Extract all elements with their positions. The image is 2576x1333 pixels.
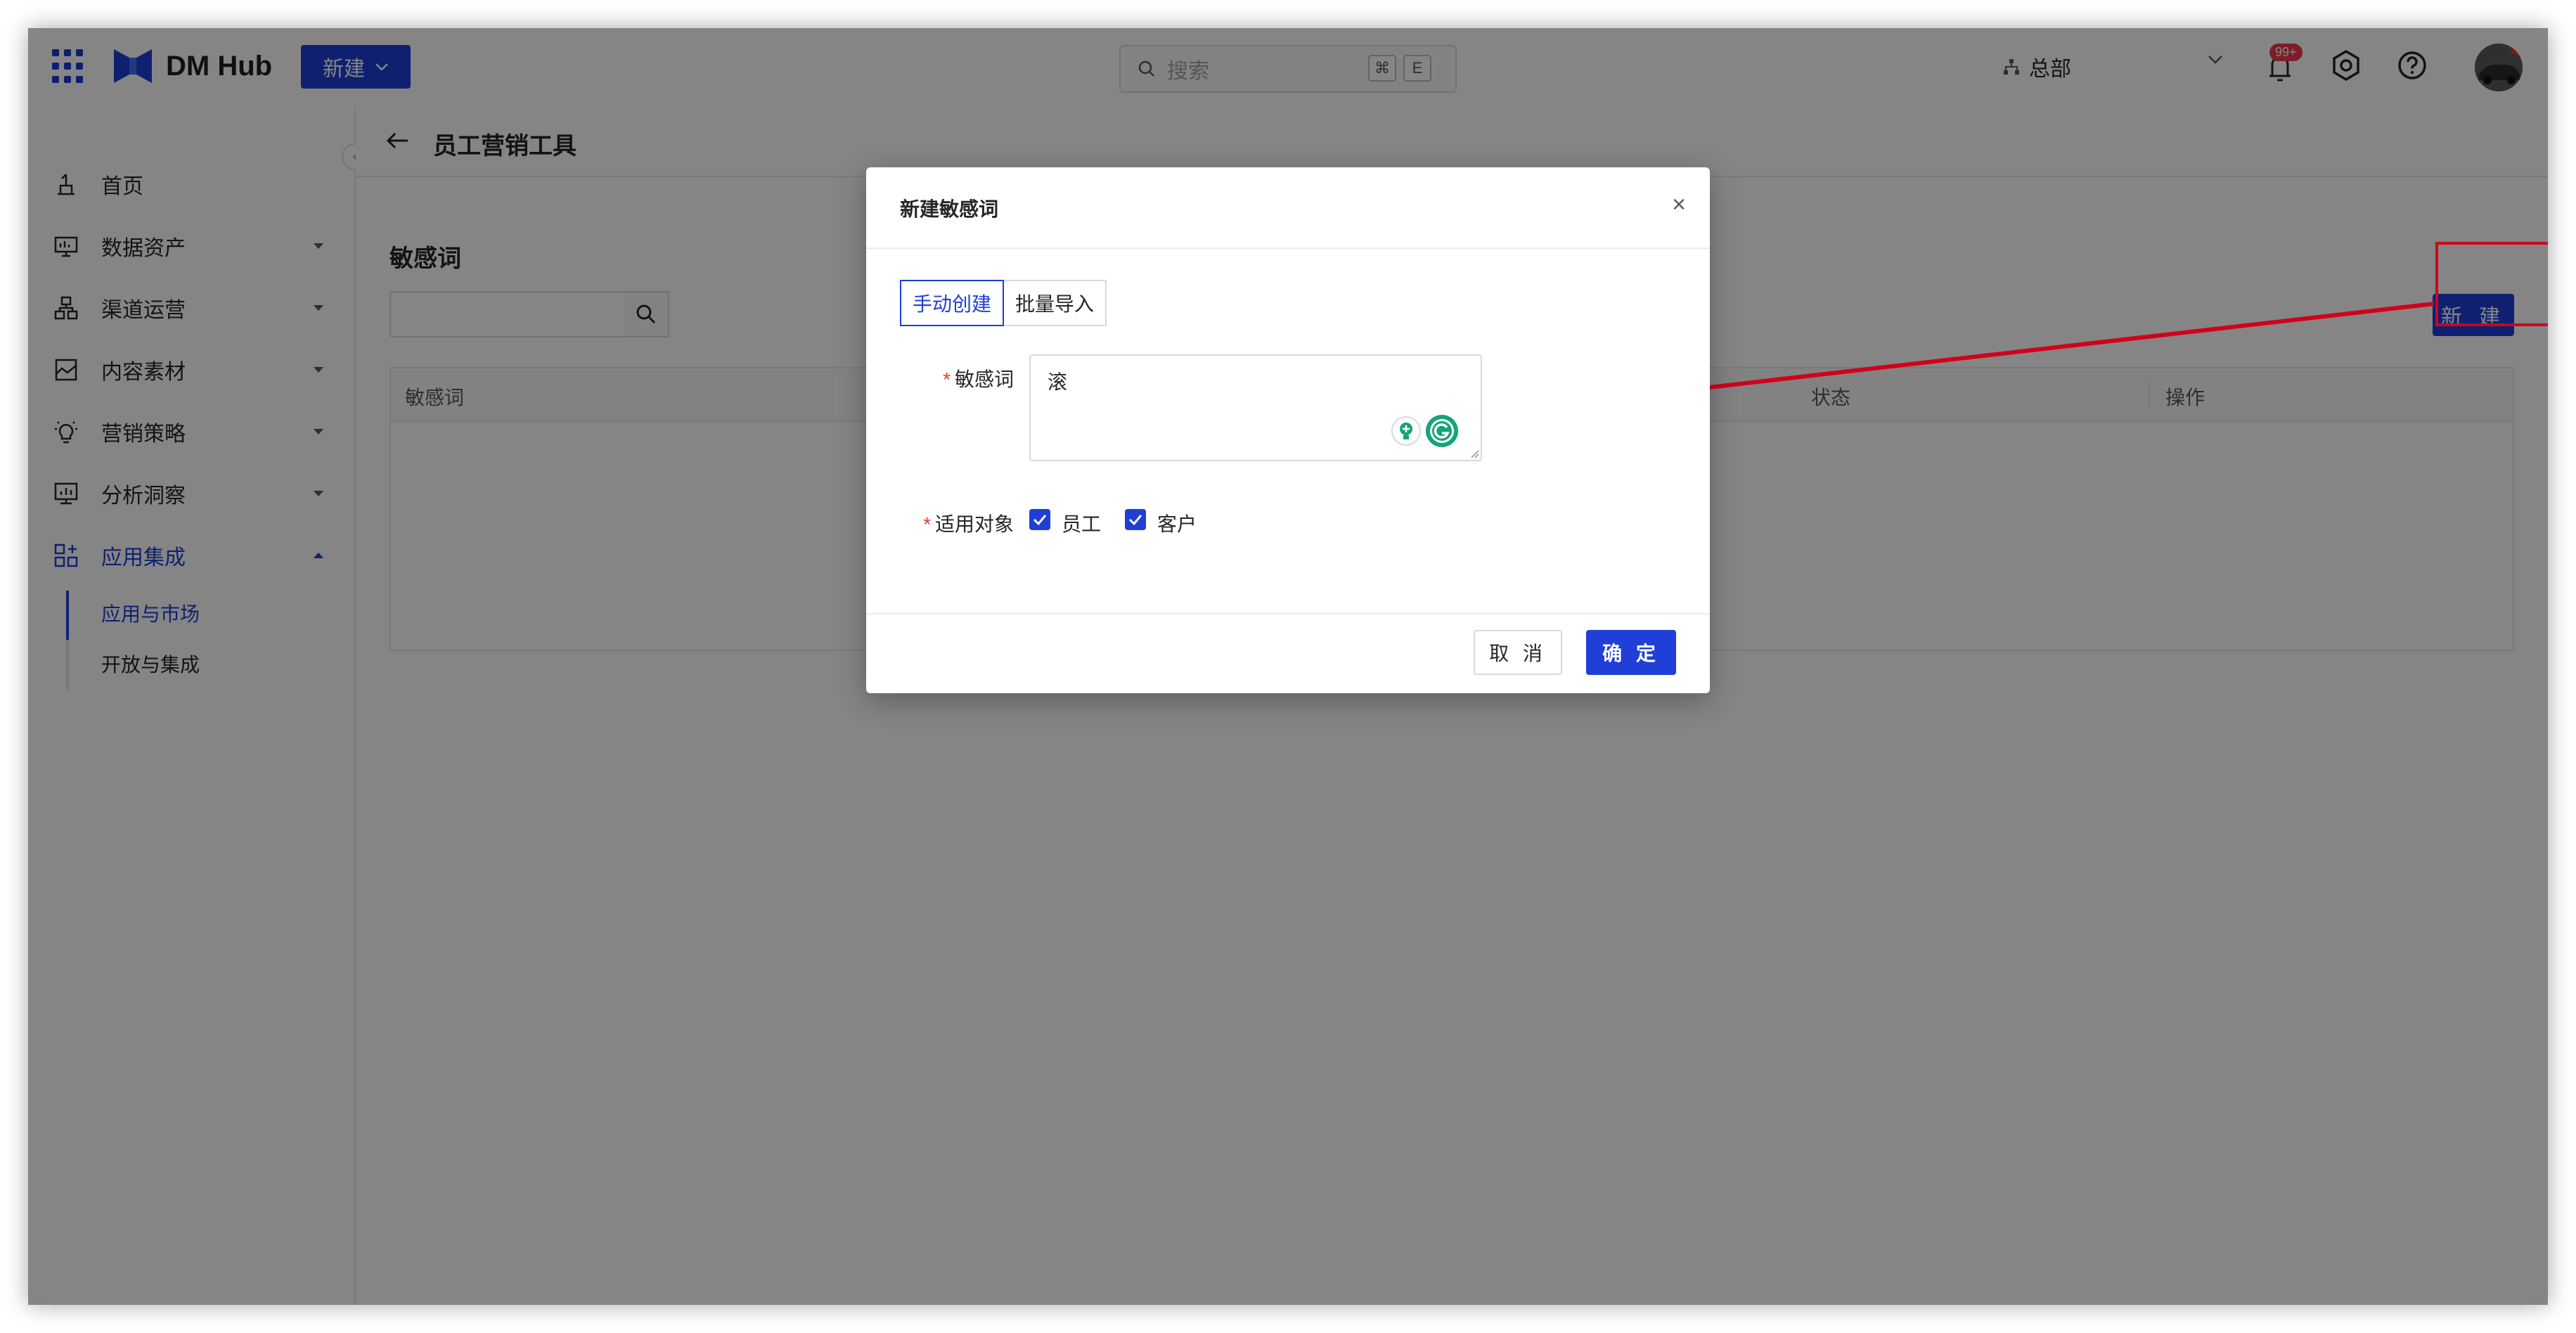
required-mark: * bbox=[923, 513, 931, 535]
checkmark-icon bbox=[1128, 515, 1142, 525]
scope-employee-label[interactable]: 员工 bbox=[1062, 509, 1101, 537]
new-sensitive-word-dialog: 新建敏感词 × 手动创建 批量导入 * 敏感词 滚 * 适用对象 员工 客户 取 消 bbox=[866, 167, 1710, 693]
grammarly-icon[interactable] bbox=[1424, 413, 1460, 449]
scope-customer-label[interactable]: 客户 bbox=[1157, 509, 1197, 537]
lightbulb-assist-icon[interactable] bbox=[1391, 416, 1422, 446]
dialog-footer: 取 消 确 定 bbox=[866, 613, 1710, 693]
create-mode-tabs: 手动创建 批量导入 bbox=[900, 280, 1107, 326]
scope-field-label-text: 适用对象 bbox=[934, 513, 1014, 535]
word-field-label: * 敏感词 bbox=[934, 364, 1014, 392]
writing-assistant-badges bbox=[1391, 413, 1460, 449]
required-mark: * bbox=[943, 368, 951, 390]
scope-field-label: * 适用对象 bbox=[913, 509, 1014, 537]
cancel-button[interactable]: 取 消 bbox=[1474, 630, 1562, 675]
close-icon[interactable]: × bbox=[1672, 191, 1686, 219]
scope-customer-checkbox[interactable] bbox=[1125, 509, 1146, 530]
annotation-highlight-box bbox=[2435, 242, 2548, 326]
app-window: DM Hub 新建 搜索 ⌘ E 总部 99+ ‹ 首页 数据资产 渠道运营 内… bbox=[28, 28, 2548, 1305]
confirm-button[interactable]: 确 定 bbox=[1586, 630, 1676, 675]
word-field-label-text: 敏感词 bbox=[954, 368, 1014, 390]
scope-employee-checkbox[interactable] bbox=[1029, 509, 1050, 530]
dialog-header: 新建敏感词 × bbox=[866, 167, 1710, 249]
tab-batch-import[interactable]: 批量导入 bbox=[1004, 280, 1107, 326]
sensitive-word-textarea[interactable]: 滚 bbox=[1029, 354, 1482, 461]
sensitive-word-value: 滚 bbox=[1048, 371, 1068, 393]
tab-manual-create[interactable]: 手动创建 bbox=[900, 280, 1005, 326]
resize-handle-icon[interactable] bbox=[1469, 449, 1479, 458]
checkmark-icon bbox=[1033, 515, 1047, 525]
dialog-title: 新建敏感词 bbox=[900, 198, 999, 220]
